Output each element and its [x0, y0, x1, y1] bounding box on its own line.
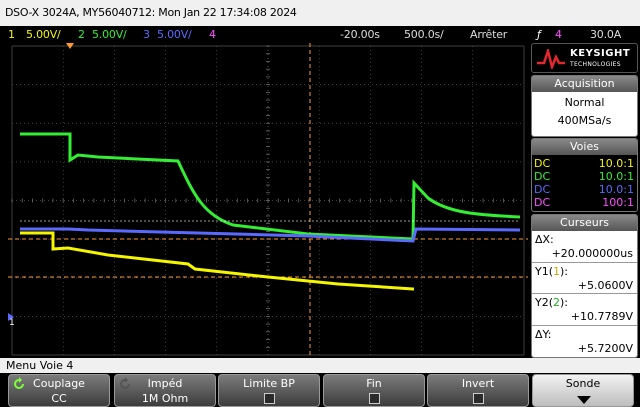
- cursor-dy-row: ΔY: +5.7200V: [532, 326, 637, 358]
- channel-status-bar: 1 5.00V/ 2 5.00V/ 3 5.00V/ 4 -20.00s 500…: [0, 26, 640, 43]
- brand-name: KEYSIGHT: [570, 48, 631, 59]
- fin-checkbox[interactable]: [369, 393, 380, 404]
- channel-row-2: DC 10.0:1: [534, 170, 634, 183]
- softkey-invert[interactable]: Invert: [427, 374, 529, 407]
- channel-row-3: DC 10.0:1: [534, 183, 634, 196]
- cursors-panel[interactable]: Curseurs ΔX: +20.000000us Y1(1): +5.0600…: [531, 214, 638, 358]
- channels-header: Voies: [532, 139, 637, 155]
- ch3-number[interactable]: 3: [143, 26, 150, 43]
- ch4-number[interactable]: 4: [209, 26, 216, 43]
- softkey-impedance-value: 1M Ohm: [141, 392, 189, 405]
- y1-label: Y1: [535, 264, 549, 278]
- ch3-scale[interactable]: 5.00V/: [157, 26, 192, 43]
- y2-source: 2: [553, 296, 561, 309]
- softkey-fin-label: Fin: [366, 377, 382, 390]
- bw-limit-checkbox[interactable]: [264, 393, 275, 404]
- channel-3-coupling: DC: [534, 183, 551, 196]
- submenu-arrow-icon: [577, 396, 591, 404]
- delay-readout[interactable]: -20.00s: [340, 26, 380, 43]
- keysight-logo: KEYSIGHT TECHNOLOGIES: [531, 43, 638, 73]
- ch1-scale[interactable]: 5.00V/: [26, 26, 61, 43]
- softkey-probe-label: Sonde: [565, 377, 601, 390]
- y2-label: Y2: [535, 296, 549, 309]
- brand-sub: TECHNOLOGIES: [570, 61, 621, 68]
- channel-4-probe: 100:1: [602, 196, 634, 209]
- channel-3-probe: 10.0:1: [598, 183, 634, 196]
- timebase-readout[interactable]: 500.0s/: [404, 26, 444, 43]
- channel-row-1: DC 10.0:1: [534, 157, 634, 170]
- ch2-trace: [20, 132, 521, 241]
- y1-value: +5.0600V: [577, 278, 633, 292]
- window-title: DSO-X 3024A, MY56040712: Mon Jan 22 17:3…: [0, 0, 640, 26]
- ground-marker-label: 1: [9, 318, 15, 328]
- side-panel: KEYSIGHT TECHNOLOGIES Acquisition Normal…: [529, 43, 640, 358]
- softkey-invert-label: Invert: [461, 377, 495, 390]
- sample-rate: 400MSa/s: [557, 114, 612, 127]
- keysight-wave-icon: [537, 49, 565, 69]
- channel-4-coupling: DC: [534, 196, 551, 209]
- ch1-trace: [20, 231, 414, 291]
- channel-1-probe: 10.0:1: [598, 157, 634, 170]
- waveform-graticule: 1: [8, 43, 528, 358]
- softkey-coupling[interactable]: Couplage CC: [8, 374, 110, 407]
- dx-label: ΔX:: [535, 233, 554, 246]
- acquisition-panel[interactable]: Acquisition Normal 400MSa/s: [531, 75, 638, 137]
- softkey-bw-limit[interactable]: Limite BP: [218, 374, 320, 407]
- trigger-edge-icon: ƒ: [537, 28, 541, 41]
- channel-1-coupling: DC: [534, 157, 551, 170]
- waveform-display[interactable]: 1: [8, 43, 528, 358]
- softkey-coupling-label: Couplage: [33, 377, 85, 390]
- dy-label: ΔY:: [535, 327, 552, 341]
- run-state[interactable]: Arrêter: [470, 26, 507, 43]
- softkey-impedance[interactable]: Impéd 1M Ohm: [114, 374, 216, 407]
- acquisition-header: Acquisition: [532, 76, 637, 92]
- dx-value: +20.000000us: [551, 247, 633, 260]
- y2-value: +10.7789V: [570, 310, 633, 323]
- softkey-impedance-label: Impéd: [147, 377, 183, 390]
- acquisition-mode: Normal: [564, 96, 605, 109]
- invert-checkbox[interactable]: [473, 393, 484, 404]
- trigger-source[interactable]: 4: [555, 26, 562, 43]
- trigger-level[interactable]: 30.0A: [590, 26, 621, 43]
- ch2-scale[interactable]: 5.00V/: [92, 26, 127, 43]
- cursor-dx-row: ΔX: +20.000000us: [532, 231, 637, 263]
- channel-2-coupling: DC: [534, 170, 551, 183]
- y1-source: 1: [553, 264, 561, 278]
- ch1-number[interactable]: 1: [8, 26, 15, 43]
- softkey-bw-limit-label: Limite BP: [243, 377, 295, 390]
- cursors-header: Curseurs: [532, 215, 637, 231]
- softkey-coupling-value: CC: [51, 392, 67, 405]
- cursor-y2-row: Y2(2): +10.7789V: [532, 294, 637, 326]
- menu-title: Menu Voie 4: [0, 358, 640, 373]
- ch2-number[interactable]: 2: [78, 26, 85, 43]
- softkey-probe[interactable]: Sonde: [532, 374, 634, 407]
- softkey-bar: Couplage CC Impéd 1M Ohm Limite BP Fin I…: [0, 373, 640, 407]
- channels-panel[interactable]: Voies DC 10.0:1 DC 10.0:1 DC 10.0:1 DC 1…: [531, 138, 638, 212]
- channel-row-4: DC 100:1: [534, 196, 634, 209]
- cursor-y1-row: Y1(1): +5.0600V: [532, 263, 637, 294]
- dy-value: +5.7200V: [577, 341, 633, 355]
- softkey-fin[interactable]: Fin: [323, 374, 425, 407]
- channel-2-probe: 10.0:1: [598, 170, 634, 183]
